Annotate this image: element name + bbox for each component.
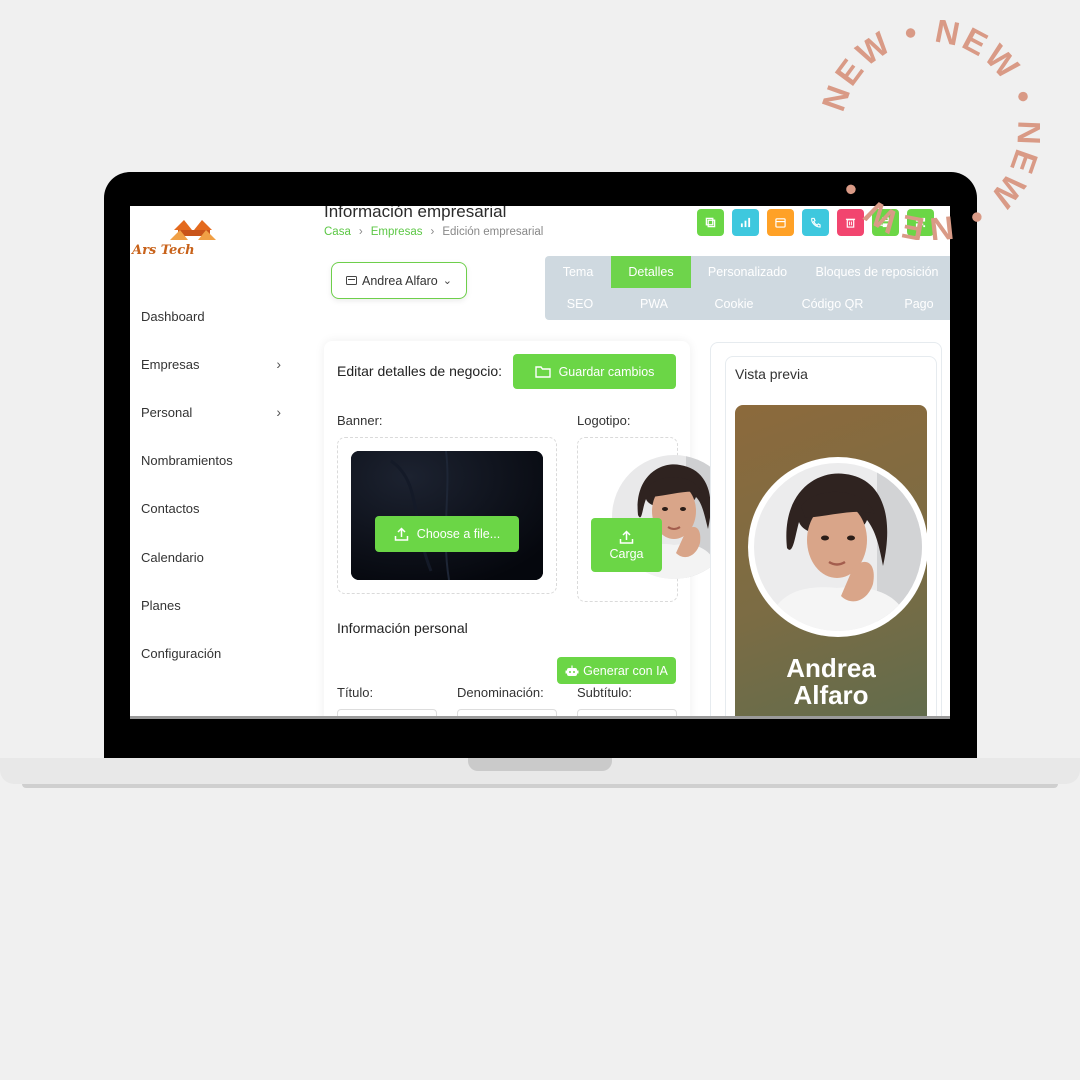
laptop-base-shadow	[22, 784, 1058, 788]
preview-name: Andrea Alfaro	[735, 655, 927, 709]
id-card-icon	[346, 276, 358, 285]
robot-icon	[565, 665, 579, 676]
breadcrumb-empresas-link[interactable]: Empresas	[371, 226, 423, 238]
preview-card: Vista previa Andrea Alfaro	[725, 356, 937, 719]
choose-file-button[interactable]: Choose a file...	[375, 516, 519, 552]
svg-text:Ars Tech: Ars Tech	[130, 243, 195, 258]
app-logo[interactable]: Ars Tech	[130, 216, 256, 258]
sidebar-item-planes[interactable]: Planes	[141, 581, 291, 629]
stats-button[interactable]	[732, 209, 759, 236]
preview-avatar	[747, 456, 927, 638]
upload-icon	[619, 529, 634, 544]
page-title: Información empresarial	[324, 206, 507, 221]
title-field-label: Título:	[337, 685, 374, 700]
copy-button[interactable]	[697, 209, 724, 236]
breadcrumb-separator-icon: ›	[430, 226, 435, 238]
tab-bloques-reposicion[interactable]: Bloques de reposición	[804, 256, 950, 288]
sidebar-item-calendario[interactable]: Calendario	[141, 533, 291, 581]
sidebar-item-label: Nombramientos	[141, 453, 233, 469]
sidebar: Ars Tech Dashboard Empresas › Personal › N…	[130, 206, 302, 719]
generate-ai-button[interactable]: Generar con IA	[557, 657, 676, 684]
subtitle-field-label: Subtítulo:	[577, 685, 632, 700]
preview-name-first: Andrea	[786, 653, 876, 683]
breadcrumb-home-link[interactable]: Casa	[324, 226, 351, 238]
app-screen: Ars Tech Dashboard Empresas › Personal › N…	[130, 206, 950, 719]
tab-personalizado[interactable]: Personalizado	[691, 256, 804, 288]
sidebar-item-empresas[interactable]: Empresas ›	[141, 340, 291, 388]
business-user-select[interactable]: Andrea Alfaro ⌄	[331, 262, 467, 299]
chevron-right-icon: ›	[276, 404, 281, 421]
sidebar-item-label: Planes	[141, 597, 181, 613]
breadcrumb-current: Edición empresarial	[442, 226, 544, 238]
sidebar-item-label: Calendario	[141, 549, 204, 565]
woman-portrait-icon	[748, 457, 927, 637]
save-changes-button[interactable]: Guardar cambios	[513, 354, 676, 389]
sidebar-item-contactos[interactable]: Contactos	[141, 485, 291, 533]
preview-panel: Vista previa Andrea Alfaro	[710, 342, 942, 719]
folder-icon	[534, 366, 551, 378]
preview-phone: Andrea Alfaro	[735, 405, 927, 719]
laptop-notch	[468, 758, 612, 771]
sidebar-item-label: Contactos	[141, 501, 200, 517]
chevron-right-icon: ›	[276, 356, 281, 373]
tab-codigo-qr[interactable]: Código QR	[775, 288, 890, 320]
tab-detalles[interactable]: Detalles	[611, 256, 691, 288]
sidebar-item-label: Dashboard	[141, 308, 205, 324]
preview-name-last: Alfaro	[793, 680, 869, 710]
sidebar-item-personal[interactable]: Personal ›	[141, 388, 291, 436]
calendar-button[interactable]	[767, 209, 794, 236]
copy-icon	[705, 217, 716, 228]
sidebar-item-label: Personal	[141, 404, 193, 420]
personal-info-title: Información personal	[337, 620, 468, 636]
logo-label: Logotipo:	[577, 413, 631, 428]
tab-pago[interactable]: Pago	[890, 288, 948, 320]
banner-dropzone[interactable]: Choose a file...	[337, 437, 557, 594]
tab-cookie[interactable]: Cookie	[693, 288, 775, 320]
tab-tema[interactable]: Tema	[545, 256, 611, 288]
choose-file-label: Choose a file...	[416, 527, 501, 541]
business-user-select-value: Andrea Alfaro	[362, 273, 438, 288]
svg-text:NEW • NEW • NEW • NEW •: NEW • NEW • NEW • NEW •	[820, 20, 1040, 240]
sidebar-nav: Dashboard Empresas › Personal › Nombramien…	[141, 292, 291, 678]
preview-title: Vista previa	[735, 366, 808, 382]
save-changes-label: Guardar cambios	[558, 364, 655, 379]
upload-logo-button[interactable]: Carga	[591, 518, 662, 572]
denomination-field-label: Denominación:	[457, 685, 544, 700]
sidebar-item-configuracion[interactable]: Configuración	[141, 629, 291, 677]
upload-logo-label: Carga	[609, 546, 644, 561]
banner-label: Banner:	[337, 413, 383, 428]
new-badge-ring-icon: NEW • NEW • NEW • NEW •	[814, 12, 1045, 249]
breadcrumb: Casa › Empresas › Edición empresarial	[324, 226, 543, 238]
new-badge: NEW • NEW • NEW • NEW •	[814, 12, 1045, 249]
chevron-down-icon: ⌄	[442, 275, 452, 287]
sidebar-item-dashboard[interactable]: Dashboard	[141, 292, 291, 340]
sidebar-item-nombramientos[interactable]: Nombramientos	[141, 437, 291, 485]
breadcrumb-separator-icon: ›	[358, 226, 363, 238]
new-badge-text: NEW • NEW • NEW • NEW •	[814, 12, 1045, 249]
form-title: Editar detalles de negocio:	[337, 363, 502, 379]
sidebar-item-label: Configuración	[141, 645, 222, 661]
tab-seo[interactable]: SEO	[545, 288, 615, 320]
upload-icon	[394, 526, 409, 541]
screen-bottom-edge	[130, 716, 950, 719]
calendar-icon	[775, 218, 786, 228]
sidebar-item-label: Empresas	[141, 356, 200, 372]
logo-mark-icon: Ars Tech	[130, 220, 216, 258]
settings-tabs: Tema Detalles Personalizado Bloques de r…	[545, 256, 950, 320]
chart-icon	[740, 217, 751, 228]
generate-ai-label: Generar con IA	[583, 663, 668, 678]
tab-pwa[interactable]: PWA	[615, 288, 693, 320]
